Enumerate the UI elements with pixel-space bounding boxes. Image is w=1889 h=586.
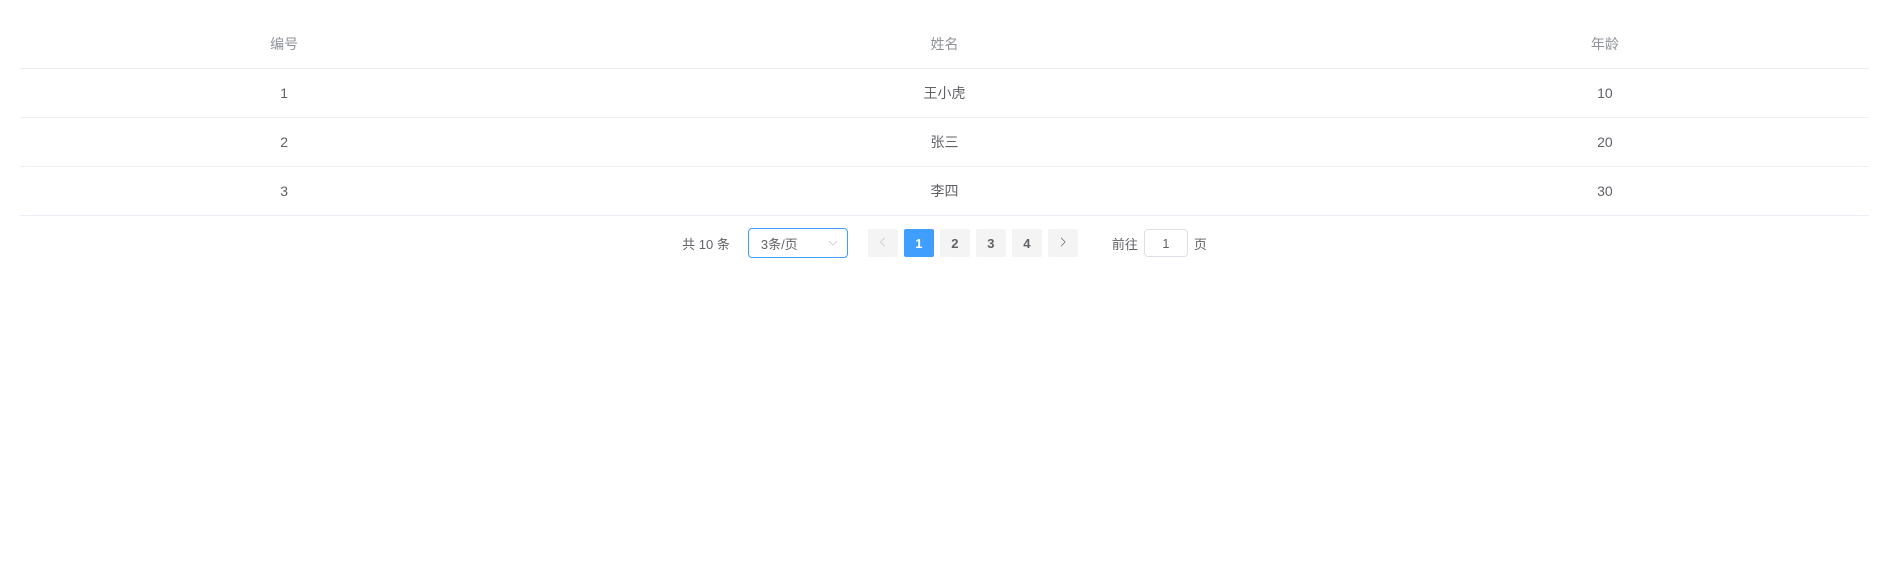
cell-name: 王小虎 xyxy=(548,69,1340,118)
pager: 1 2 3 4 xyxy=(868,229,1078,257)
cell-age: 30 xyxy=(1341,167,1869,216)
cell-name: 李四 xyxy=(548,167,1340,216)
table-row[interactable]: 1 王小虎 10 xyxy=(20,69,1869,118)
chevron-left-icon xyxy=(877,236,889,251)
pagination: 共 10 条 3条/页 1 2 3 4 前往 页 xyxy=(20,228,1869,258)
prev-page-button[interactable] xyxy=(868,229,898,257)
cell-age: 20 xyxy=(1341,118,1869,167)
page-number-button[interactable]: 2 xyxy=(940,229,970,257)
jumper-suffix: 页 xyxy=(1194,234,1207,253)
page-number-button[interactable]: 1 xyxy=(904,229,934,257)
cell-name: 张三 xyxy=(548,118,1340,167)
cell-id: 1 xyxy=(20,69,548,118)
next-page-button[interactable] xyxy=(1048,229,1078,257)
cell-age: 10 xyxy=(1341,69,1869,118)
column-header-name: 姓名 xyxy=(548,20,1340,69)
page-size-select[interactable]: 3条/页 xyxy=(748,228,848,258)
page-size-label: 3条/页 xyxy=(761,234,798,253)
column-header-id: 编号 xyxy=(20,20,548,69)
column-header-age: 年龄 xyxy=(1341,20,1869,69)
table-row[interactable]: 3 李四 30 xyxy=(20,167,1869,216)
jumper-input[interactable] xyxy=(1144,229,1188,257)
page-jumper: 前往 页 xyxy=(1112,229,1207,257)
cell-id: 3 xyxy=(20,167,548,216)
chevron-right-icon xyxy=(1057,236,1069,251)
cell-id: 2 xyxy=(20,118,548,167)
page-number-button[interactable]: 3 xyxy=(976,229,1006,257)
page-number-button[interactable]: 4 xyxy=(1012,229,1042,257)
chevron-down-icon xyxy=(827,237,839,249)
jumper-prefix: 前往 xyxy=(1112,234,1138,253)
pagination-total: 共 10 条 xyxy=(682,234,730,253)
table-row[interactable]: 2 张三 20 xyxy=(20,118,1869,167)
data-table: 编号 姓名 年龄 1 王小虎 10 2 张三 20 3 李四 30 xyxy=(20,20,1869,216)
